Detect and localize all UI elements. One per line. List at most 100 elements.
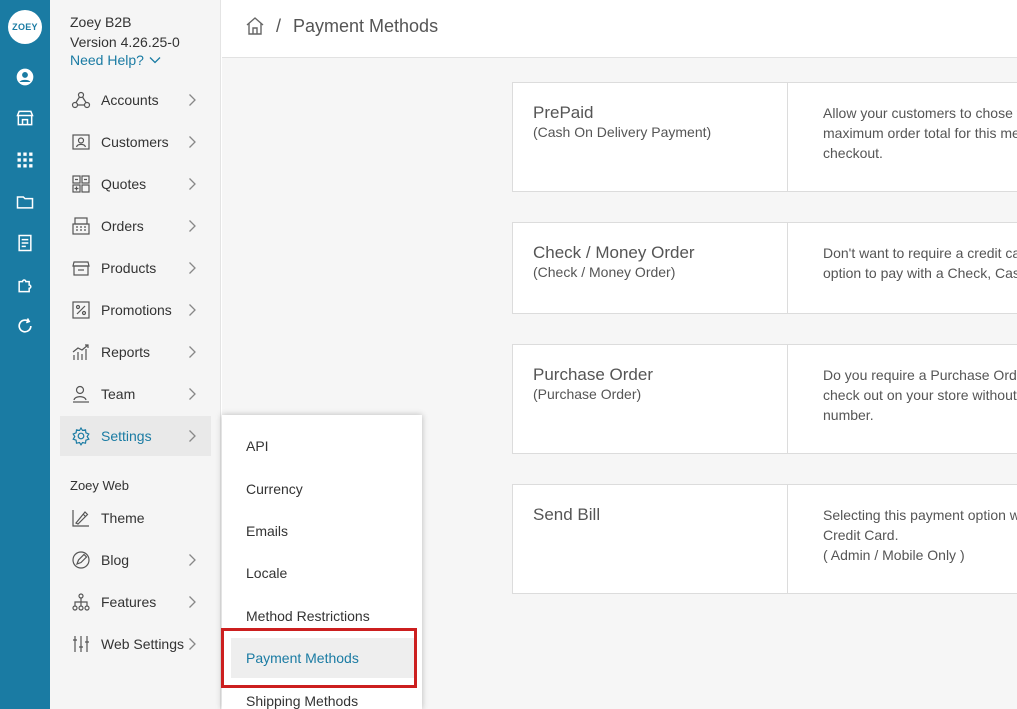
page-header: / Payment Methods <box>222 0 1017 58</box>
sidebar-item-promotions[interactable]: Promotions <box>60 290 211 330</box>
payment-method-card-purchase-order[interactable]: Purchase Order (Purchase Order) Do you r… <box>512 344 1017 454</box>
description-line: Allow your customers to chose to <box>823 105 1017 121</box>
payment-method-info: Purchase Order (Purchase Order) <box>513 345 788 453</box>
page-title: Payment Methods <box>293 16 439 36</box>
payment-method-name: PrePaid <box>533 103 594 122</box>
sidebar-item-blog[interactable]: Blog <box>60 540 211 580</box>
quotes-icon <box>70 173 92 195</box>
payment-method-description: Allow your customers to chose to maximum… <box>823 103 1017 163</box>
payment-method-name: Check / Money Order <box>533 243 695 262</box>
payment-method-subtitle: (Check / Money Order) <box>533 264 676 280</box>
blog-icon <box>70 549 92 571</box>
payment-method-name: Purchase Order <box>533 365 653 384</box>
brand-block: Zoey B2B Version 4.26.25-0 <box>70 12 180 52</box>
folder-icon[interactable] <box>13 190 37 214</box>
sliders-icon <box>70 633 92 655</box>
sidebar-item-customers[interactable]: Customers <box>60 122 211 162</box>
description-line: Selecting this payment option wi <box>823 507 1017 523</box>
sidebar-item-label: Quotes <box>101 176 147 192</box>
payment-method-description: Don't want to require a credit car optio… <box>823 243 1017 283</box>
payment-method-description: Selecting this payment option wi Credit … <box>823 505 1017 565</box>
payment-method-subtitle: (Purchase Order) <box>533 386 642 402</box>
sidebar-item-web-settings[interactable]: Web Settings <box>60 624 211 664</box>
description-line: check out on your store without r <box>823 387 1017 403</box>
section-label-zoey-web: Zoey Web <box>70 478 130 493</box>
app-version: Version 4.26.25-0 <box>70 34 180 50</box>
orders-icon <box>70 215 92 237</box>
sidebar-item-label: Promotions <box>101 302 172 318</box>
sidebar-item-reports[interactable]: Reports <box>60 332 211 372</box>
chevron-down-icon <box>149 57 161 64</box>
submenu-item-locale[interactable]: Locale <box>231 553 414 593</box>
theme-icon <box>70 507 92 529</box>
team-icon <box>70 383 92 405</box>
description-line: Do you require a Purchase Orde <box>823 367 1017 383</box>
sidebar-item-features[interactable]: Features <box>60 582 211 622</box>
payment-method-info: PrePaid (Cash On Delivery Payment) <box>513 83 788 191</box>
highlight-box <box>221 628 417 688</box>
submenu-item-emails[interactable]: Emails <box>231 511 414 551</box>
breadcrumb-separator: / <box>276 16 282 36</box>
submenu-item-currency[interactable]: Currency <box>231 469 414 509</box>
description-line: checkout. <box>823 145 883 161</box>
chevron-right-icon <box>189 430 196 442</box>
sidebar-item-label: Orders <box>101 218 144 234</box>
need-help-label: Need Help? <box>70 52 144 68</box>
reports-icon <box>70 341 92 363</box>
refresh-icon[interactable] <box>13 314 37 338</box>
app-name: Zoey B2B <box>70 14 132 30</box>
features-icon <box>70 591 92 613</box>
sidebar-item-label: Products <box>101 260 157 276</box>
payment-method-card-prepaid[interactable]: PrePaid (Cash On Delivery Payment) Allow… <box>512 82 1017 192</box>
payment-method-description: Do you require a Purchase Orde check out… <box>823 365 1017 425</box>
grid-icon[interactable] <box>13 148 37 172</box>
chevron-right-icon <box>189 220 196 232</box>
sidebar-item-theme[interactable]: Theme <box>60 498 211 538</box>
description-line: option to pay with a Check, Cash <box>823 265 1017 281</box>
payment-method-card-send-bill[interactable]: Send Bill Selecting this payment option … <box>512 484 1017 594</box>
description-line: ( Admin / Mobile Only ) <box>823 547 965 563</box>
chevron-right-icon <box>189 136 196 148</box>
puzzle-icon[interactable] <box>13 273 37 297</box>
sidebar-item-quotes[interactable]: Quotes <box>60 164 211 204</box>
sidebar-item-label: Team <box>101 386 136 402</box>
sidebar-item-team[interactable]: Team <box>60 374 211 414</box>
document-icon[interactable] <box>13 231 37 255</box>
zoey-logo[interactable]: ZOEY <box>8 10 42 44</box>
account-circle-icon[interactable] <box>13 65 37 89</box>
sidebar-item-settings[interactable]: Settings <box>60 416 211 456</box>
need-help-link[interactable]: Need Help? <box>70 52 162 68</box>
sidebar-item-label: Blog <box>101 552 130 568</box>
sidebar-item-label: Accounts <box>101 92 159 108</box>
chevron-right-icon <box>189 346 196 358</box>
icon-rail: ZOEY <box>0 0 50 709</box>
chevron-right-icon <box>189 388 196 400</box>
home-icon[interactable] <box>244 15 266 37</box>
sidebar-item-label: Theme <box>101 510 145 526</box>
percent-icon <box>70 299 92 321</box>
chevron-right-icon <box>189 638 196 650</box>
payment-method-card-check-money-order[interactable]: Check / Money Order (Check / Money Order… <box>512 222 1017 314</box>
description-line: Don't want to require a credit car <box>823 245 1017 261</box>
chevron-right-icon <box>189 554 196 566</box>
customers-icon <box>70 131 92 153</box>
sidebar-item-orders[interactable]: Orders <box>60 206 211 246</box>
sidebar-item-accounts[interactable]: Accounts <box>60 80 211 120</box>
payment-method-name: Send Bill <box>533 505 601 524</box>
payment-method-info: Send Bill <box>513 485 788 593</box>
sidebar-item-label: Features <box>101 594 157 610</box>
sidebar: Zoey B2B Version 4.26.25-0 Need Help? Ac… <box>50 0 221 709</box>
description-line: maximum order total for this met <box>823 125 1017 141</box>
sidebar-item-label: Customers <box>101 134 169 150</box>
submenu-item-api[interactable]: API <box>231 426 414 466</box>
description-line: Credit Card. <box>823 527 899 543</box>
storefront-icon[interactable] <box>13 106 37 130</box>
chevron-right-icon <box>189 596 196 608</box>
sidebar-item-label: Web Settings <box>101 636 185 652</box>
chevron-right-icon <box>189 178 196 190</box>
sidebar-item-label: Settings <box>101 428 152 444</box>
sidebar-item-label: Reports <box>101 344 151 360</box>
sidebar-item-products[interactable]: Products <box>60 248 211 288</box>
chevron-right-icon <box>189 304 196 316</box>
accounts-icon <box>70 89 92 111</box>
